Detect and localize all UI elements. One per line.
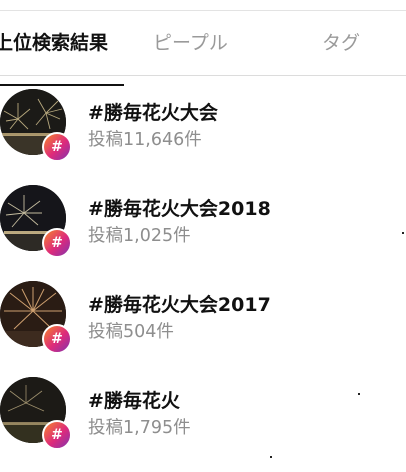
tab-people[interactable]: ピープル bbox=[153, 11, 228, 75]
hashtag-badge-icon: # bbox=[42, 420, 72, 450]
screen-speck bbox=[358, 393, 360, 395]
hashtag-title: #勝毎花火大会2017 bbox=[88, 294, 271, 316]
hashtag-post-count: 投稿11,646件 bbox=[88, 130, 202, 150]
hashtag-post-count: 投稿1,795件 bbox=[88, 418, 191, 438]
hashtag-badge-icon: # bbox=[42, 132, 72, 162]
hashtag-badge-icon: # bbox=[42, 228, 72, 258]
hashtag-title: #勝毎花火 bbox=[88, 390, 180, 412]
hashtag-title: #勝毎花火大会2018 bbox=[88, 198, 271, 220]
hashtag-result-row[interactable]: # #勝毎花火大会2018 投稿1,025件 bbox=[0, 172, 406, 268]
search-tabs: 上位検索結果 ピープル タグ bbox=[0, 11, 406, 86]
hashtag-result-row[interactable]: # #勝毎花火 投稿1,795件 bbox=[0, 364, 406, 460]
hashtag-post-count: 投稿504件 bbox=[88, 322, 174, 342]
screen-speck bbox=[270, 456, 272, 458]
tab-top-results[interactable]: 上位検索結果 bbox=[0, 11, 122, 75]
hashtag-result-row[interactable]: # #勝毎花火大会 投稿11,646件 bbox=[0, 76, 406, 172]
hashtag-result-row[interactable]: # #勝毎花火大会2017 投稿504件 bbox=[0, 268, 406, 364]
hashtag-title: #勝毎花火大会 bbox=[88, 102, 218, 124]
hashtag-post-count: 投稿1,025件 bbox=[88, 226, 191, 246]
tab-tags[interactable]: タグ bbox=[322, 11, 360, 75]
screen-speck bbox=[402, 232, 404, 234]
hashtag-badge-icon: # bbox=[42, 324, 72, 354]
